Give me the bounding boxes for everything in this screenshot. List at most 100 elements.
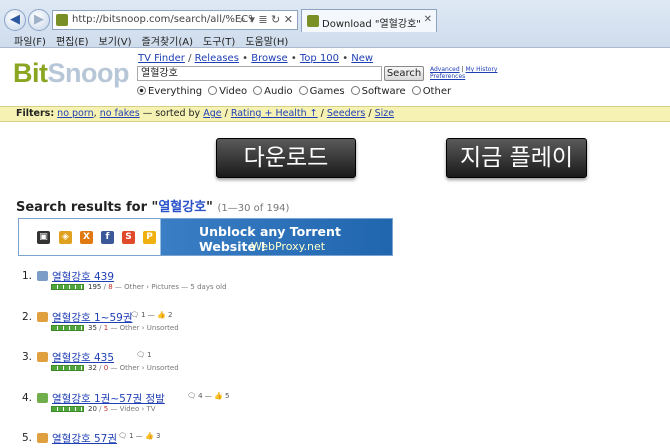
category-label: Software	[361, 86, 406, 97]
category-other[interactable]: Other	[411, 86, 452, 97]
category-audio[interactable]: Audio	[253, 86, 293, 97]
sort-seeders[interactable]: Seeders	[327, 108, 365, 119]
menu-edit[interactable]: 편집(E)	[56, 33, 89, 48]
comments-votes[interactable]: 🗨 4 — 👍 5	[187, 392, 229, 400]
radio-icon[interactable]	[350, 86, 360, 95]
banner-icon-1: ▣	[37, 231, 50, 244]
result-title[interactable]: 열혈강호 439	[52, 269, 114, 284]
nav-browse[interactable]: Browse	[251, 53, 287, 64]
result-title[interactable]: 열혈강호 1권~57권 정발	[52, 391, 165, 406]
result-title[interactable]: 열혈강호 435	[52, 350, 114, 365]
result-row-1: 1. 열혈강호 439 195 / 8 — Other › Pictures —…	[22, 270, 662, 298]
browser-tab[interactable]: Download "열혈강호" torre... ✕	[301, 9, 437, 32]
category-software[interactable]: Software	[350, 86, 406, 97]
site-logo[interactable]: BitSnoop	[13, 58, 129, 89]
nav-separator: •	[342, 53, 352, 64]
preferences-link[interactable]: Preferences	[430, 73, 465, 80]
radio-icon[interactable]	[208, 86, 218, 95]
leechers-count: 8	[108, 283, 113, 291]
filter-no-fakes[interactable]: no fakes	[100, 108, 140, 119]
banner-icon-3: X	[80, 231, 93, 244]
comments-count[interactable]: 🗨 1	[136, 351, 152, 359]
category-games[interactable]: Games	[298, 86, 345, 97]
nav-releases[interactable]: Releases	[195, 53, 239, 64]
category-video[interactable]: Video	[208, 86, 247, 97]
category-label: Audio	[264, 86, 293, 97]
result-number: 1.	[22, 270, 33, 282]
browser-toolbar: ◀ ▶ http://bitsnoop.com/search/all/%EC%9…	[0, 0, 670, 48]
tab-title: Download "열혈강호" torre...	[322, 19, 422, 30]
nav-separator: •	[242, 53, 252, 64]
pictures-category-icon	[37, 271, 48, 281]
seeders-count: 195	[88, 283, 102, 291]
results-heading: Search results for "열혈강호" (1—30 of 194)	[16, 196, 289, 215]
result-row-2: 2. 열혈강호 1~59권 🗨 1 — 👍 2 35 / 1 — Other ›…	[22, 311, 662, 339]
menu-bar: 파일(F) 편집(E) 보기(V) 즐겨찾기(A) 도구(T) 도움말(H)	[0, 33, 670, 48]
result-meta: 195 / 8 — Other › Pictures — 5 days old	[88, 283, 227, 291]
sort-rating[interactable]: Rating + Health ↑	[231, 108, 318, 119]
webproxy-banner[interactable]: ▣ ◈ X f S P Unblock any Torrent Website …	[18, 218, 393, 256]
seeders-count: 32	[88, 364, 97, 372]
nav-separator: •	[290, 53, 300, 64]
search-button[interactable]: Search	[384, 66, 424, 81]
menu-help[interactable]: 도움말(H)	[245, 33, 288, 48]
nav-tv-finder[interactable]: TV Finder	[138, 53, 185, 64]
tab-close-icon[interactable]: ✕	[424, 14, 432, 25]
menu-tools[interactable]: 도구(T)	[203, 33, 235, 48]
comments-votes[interactable]: 🗨 1 — 👍 2	[130, 311, 172, 319]
radio-icon[interactable]	[298, 86, 308, 95]
radio-selected-icon[interactable]	[137, 86, 146, 95]
health-bar	[51, 325, 84, 331]
radio-icon[interactable]	[411, 86, 421, 95]
forward-button[interactable]: ▶	[28, 9, 50, 31]
address-controls-icon[interactable]: ⌕ ▾ ≣ ↻ ✕	[240, 13, 293, 27]
menu-favorites[interactable]: 즐겨찾기(A)	[142, 33, 193, 48]
address-bar[interactable]: http://bitsnoop.com/search/all/%EC%97%84…	[52, 10, 298, 30]
health-bar	[51, 365, 84, 371]
history-link[interactable]: My History	[465, 66, 497, 73]
result-category: — Other › Unsorted	[110, 324, 179, 332]
result-title[interactable]: 열혈강호 1~59권	[52, 310, 132, 325]
category-label: Games	[309, 86, 345, 97]
menu-view[interactable]: 보기(V)	[99, 33, 132, 48]
play-now-button[interactable]: 지금 플레이	[446, 138, 587, 178]
category-everything[interactable]: Everything	[137, 86, 202, 97]
menu-file[interactable]: 파일(F)	[14, 33, 46, 48]
download-button[interactable]: 다운로드	[216, 138, 356, 178]
search-links: Advanced | My History Preferences	[430, 66, 498, 80]
back-button[interactable]: ◀	[4, 9, 26, 31]
comments-votes[interactable]: 🗨 1 — 👍 3	[118, 432, 160, 440]
advanced-link[interactable]: Advanced	[430, 66, 460, 73]
category-radios: Everything Video Audio Games Software Ot…	[137, 86, 451, 97]
results-count: (1—30 of 194)	[217, 203, 290, 214]
result-number: 4.	[22, 392, 33, 404]
nav-top-100[interactable]: Top 100	[300, 53, 339, 64]
filter-no-porn[interactable]: no porn	[57, 108, 93, 119]
leechers-count: 5	[103, 405, 109, 413]
leechers-count: 1	[103, 324, 109, 332]
result-title[interactable]: 열혈강호 57권	[52, 431, 117, 446]
sorted-by-label: — sorted by	[142, 108, 201, 119]
category-label: Other	[422, 86, 452, 97]
result-meta: 20 / 5 — Video › TV	[88, 405, 156, 413]
health-bar	[51, 406, 84, 412]
result-number: 2.	[22, 311, 33, 323]
search-input[interactable]: 열혈강호	[137, 66, 382, 81]
result-row-3: 3. 열혈강호 435 🗨 1 32 / 0 — Other › Unsorte…	[22, 351, 662, 379]
heading-query: 열혈강호	[158, 200, 207, 215]
result-number: 5.	[22, 432, 33, 444]
address-url[interactable]: http://bitsnoop.com/search/all/%EC%97%84…	[72, 14, 252, 25]
sort-size[interactable]: Size	[375, 108, 395, 119]
logo-snoop: Snoop	[47, 58, 130, 88]
sort-age[interactable]: Age	[203, 108, 221, 119]
banner-line-2: WebProxy.net	[251, 240, 326, 253]
nav-new[interactable]: New	[351, 53, 373, 64]
filters-bar: Filters: no porn, no fakes — sorted by A…	[0, 106, 670, 122]
logo-bit: Bit	[13, 58, 48, 88]
result-row-5: 5. 열혈강호 57권 🗨 1 — 👍 3	[22, 432, 662, 448]
result-number: 3.	[22, 351, 33, 363]
radio-icon[interactable]	[253, 86, 263, 95]
category-label: Everything	[148, 86, 203, 97]
tab-favicon-icon	[307, 15, 319, 27]
result-row-4: 4. 열혈강호 1권~57권 정발 🗨 4 — 👍 5 20 / 5 — Vid…	[22, 392, 662, 420]
